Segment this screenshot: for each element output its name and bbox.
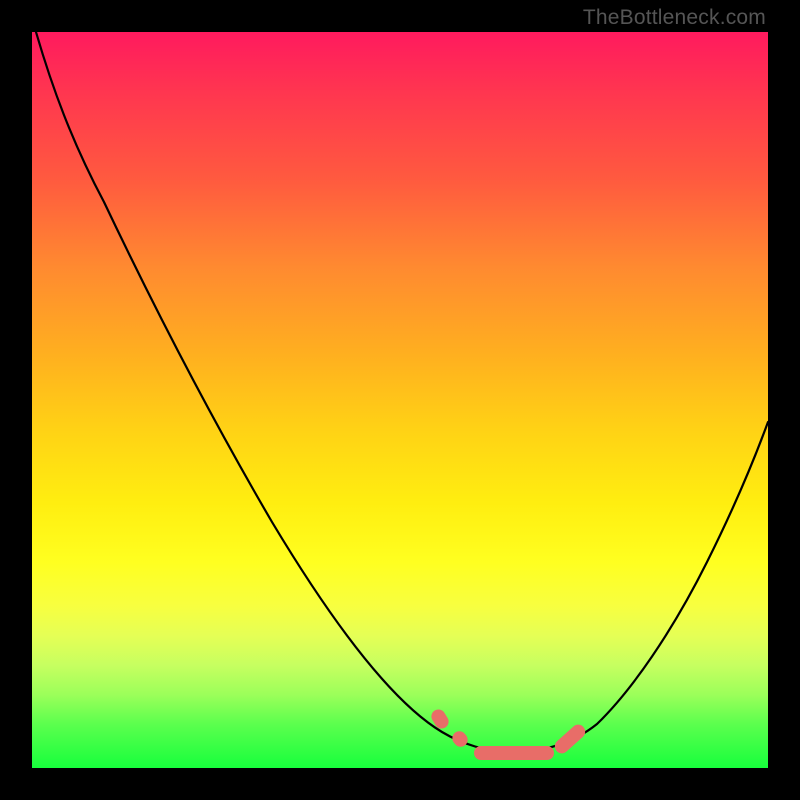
marker-dot (449, 728, 470, 749)
bottleneck-curve (36, 32, 768, 752)
marker-group (429, 707, 588, 760)
chart-frame: TheBottleneck.com (0, 0, 800, 800)
marker-dot (429, 707, 451, 731)
chart-svg (32, 32, 768, 768)
chart-plot-area (32, 32, 768, 768)
marker-bar (474, 746, 554, 760)
watermark-text: TheBottleneck.com (583, 6, 766, 30)
marker-dot (552, 722, 588, 756)
